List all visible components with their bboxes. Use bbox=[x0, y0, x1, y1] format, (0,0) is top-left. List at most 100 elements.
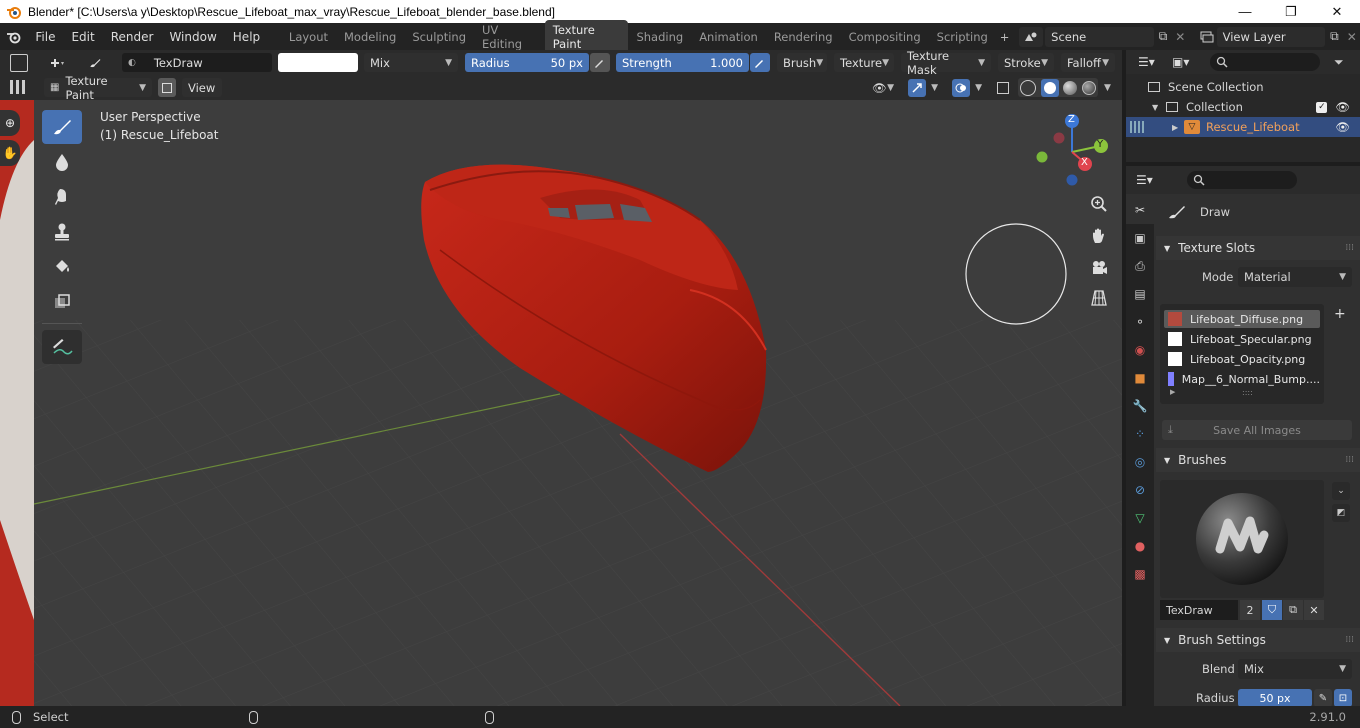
workspace-tab-rendering[interactable]: Rendering bbox=[766, 27, 841, 47]
menu-render[interactable]: Render bbox=[103, 30, 162, 44]
outliner-row-collection[interactable]: ▼ Collection ✓ 👁 bbox=[1126, 97, 1360, 117]
radius-unit-icon[interactable]: ⊡ bbox=[1334, 689, 1352, 707]
falloff-menu[interactable]: Falloff ▼ bbox=[1061, 53, 1115, 72]
outliner-row-scene-collection[interactable]: Scene Collection bbox=[1126, 77, 1360, 97]
minimize-button[interactable]: — bbox=[1222, 0, 1268, 23]
workspace-tab-animation[interactable]: Animation bbox=[691, 27, 766, 47]
outliner-editor-type-icon[interactable]: ☰▾ bbox=[1138, 55, 1166, 69]
menu-help[interactable]: Help bbox=[225, 30, 268, 44]
texture-slot-item[interactable]: Lifeboat_Opacity.png bbox=[1164, 350, 1320, 368]
zoom-small-icon[interactable]: ⊕ bbox=[0, 110, 20, 136]
mode-dropdown[interactable]: Material ▼ bbox=[1238, 267, 1352, 287]
blend-mode-dropdown[interactable]: Mix ▼ bbox=[364, 53, 458, 72]
menu-file[interactable]: File bbox=[27, 30, 63, 44]
new-scene-icon[interactable]: ⧉ bbox=[1154, 29, 1172, 44]
add-texture-slot-button[interactable]: + bbox=[1334, 306, 1346, 322]
texture-slots-panel-header[interactable]: ▼ Texture Slots ⁞⁞⁞ bbox=[1156, 236, 1360, 260]
scene-selector-icon[interactable] bbox=[1019, 26, 1044, 47]
duplicate-brush-icon[interactable]: ⧉ bbox=[1283, 600, 1303, 620]
view-layer-field[interactable]: View Layer bbox=[1216, 26, 1326, 47]
tab-modifiers[interactable]: 🔧 bbox=[1126, 392, 1154, 420]
tab-data[interactable]: ▽ bbox=[1126, 504, 1154, 532]
add-workspace-button[interactable]: + bbox=[996, 30, 1014, 44]
expand-arrow-icon[interactable]: ▶ bbox=[1172, 123, 1184, 132]
collection-checkbox[interactable]: ✓ bbox=[1316, 101, 1328, 113]
workspace-tab-compositing[interactable]: Compositing bbox=[841, 27, 929, 47]
perspective-toggle-button[interactable] bbox=[1085, 284, 1113, 312]
overlays-toggle-icon[interactable]: ▼ bbox=[946, 78, 988, 97]
properties-search-field[interactable] bbox=[1186, 171, 1297, 189]
remove-scene-icon[interactable]: ✕ bbox=[1172, 30, 1188, 44]
list-expand-arrow-icon[interactable]: ▶ bbox=[1170, 388, 1175, 396]
list-resize-handle[interactable]: :::: bbox=[1242, 388, 1253, 397]
tab-material[interactable]: ● bbox=[1126, 532, 1154, 560]
texture-mask-menu[interactable]: Texture Mask ▼ bbox=[901, 49, 991, 77]
clone-tool-button[interactable] bbox=[42, 215, 82, 249]
new-view-layer-icon[interactable]: ⧉ bbox=[1325, 29, 1343, 44]
workspace-tab-layout[interactable]: Layout bbox=[281, 27, 336, 47]
close-window-button[interactable]: ✕ bbox=[1314, 0, 1360, 23]
draw-tool-button[interactable] bbox=[42, 110, 82, 144]
3d-viewport[interactable]: Z Y X User Perspective (1) Rescue_Lifebo… bbox=[0, 100, 1122, 706]
menu-edit[interactable]: Edit bbox=[63, 30, 102, 44]
drag-handle-icon[interactable]: ⁞⁞⁞ bbox=[1345, 635, 1354, 645]
workspace-tab-texture-paint[interactable]: Texture Paint bbox=[544, 19, 629, 54]
brush-preview[interactable] bbox=[1160, 480, 1324, 598]
rendered-shading-icon[interactable] bbox=[1081, 80, 1096, 95]
tab-texture[interactable]: ▩ bbox=[1126, 560, 1154, 588]
mask-toggle-icon[interactable] bbox=[158, 78, 176, 97]
tab-scene[interactable]: ⚬ bbox=[1126, 308, 1154, 336]
gizmo-toggle-icon[interactable]: ▼ bbox=[902, 78, 944, 97]
solid-shading-icon[interactable] bbox=[1040, 78, 1059, 97]
texture-slot-item[interactable]: Map__6_Normal_Bump.... bbox=[1164, 370, 1320, 388]
texture-slot-item[interactable]: Lifeboat_Diffuse.png bbox=[1164, 310, 1320, 328]
brush-dropdown-button[interactable]: ⌄ bbox=[1332, 482, 1350, 500]
workspace-tab-modeling[interactable]: Modeling bbox=[336, 27, 404, 47]
collection-visibility-icon[interactable]: 👁 bbox=[1335, 100, 1350, 114]
outliner-row-rescue-lifeboat[interactable]: ▶ ▽ Rescue_Lifeboat 👁 bbox=[1126, 117, 1360, 137]
menu-window[interactable]: Window bbox=[161, 30, 224, 44]
save-all-images-button[interactable]: ⤓ Save All Images bbox=[1162, 420, 1352, 440]
workspace-tab-scripting[interactable]: Scripting bbox=[929, 27, 996, 47]
properties-editor-type-icon[interactable]: ☰▾ bbox=[1136, 173, 1153, 187]
tab-tool[interactable]: ✂ bbox=[1126, 196, 1154, 224]
radius-pressure-icon[interactable]: ✎ bbox=[1314, 689, 1332, 707]
blender-menu-icon[interactable] bbox=[0, 30, 27, 44]
smear-tool-button[interactable] bbox=[42, 180, 82, 214]
strength-pressure-icon[interactable] bbox=[750, 53, 770, 72]
zoom-button[interactable] bbox=[1085, 190, 1113, 218]
visibility-icon[interactable]: 👁 ▼ bbox=[866, 78, 900, 97]
expand-arrow-icon[interactable]: ▼ bbox=[1152, 103, 1164, 112]
tab-view-layer[interactable]: ▤ bbox=[1126, 280, 1154, 308]
camera-view-button[interactable] bbox=[1085, 254, 1113, 282]
workspace-tab-uv-editing[interactable]: UV Editing bbox=[474, 20, 545, 54]
blend-dropdown[interactable]: Mix ▼ bbox=[1238, 659, 1352, 679]
tab-object[interactable]: ■ bbox=[1126, 364, 1154, 392]
brush-users-count[interactable]: 2 bbox=[1240, 600, 1260, 620]
texture-menu[interactable]: Texture ▼ bbox=[834, 53, 894, 72]
mask-tool-button[interactable] bbox=[42, 285, 82, 319]
brushes-panel-header[interactable]: ▼ Brushes ⁞⁞⁞ bbox=[1156, 448, 1360, 472]
drag-handle-icon[interactable]: ⁞⁞⁞ bbox=[1345, 243, 1354, 253]
view-menu[interactable]: View bbox=[182, 78, 222, 97]
radius-slider[interactable]: 50 px bbox=[1238, 689, 1312, 707]
unlink-brush-icon[interactable]: ✕ bbox=[1304, 600, 1324, 620]
mode-dropdown[interactable]: ▦ Texture Paint ▼ bbox=[44, 74, 152, 102]
annotate-tool-button[interactable] bbox=[42, 330, 82, 364]
outliner-search-field[interactable] bbox=[1210, 53, 1320, 71]
workspace-tab-sculpting[interactable]: Sculpting bbox=[404, 27, 474, 47]
image-editor-type-icon[interactable] bbox=[10, 54, 28, 72]
view-layer-icon[interactable] bbox=[1197, 27, 1217, 47]
display-mode-icon[interactable]: ▣▾ bbox=[1172, 55, 1200, 69]
brush-color-swatch[interactable] bbox=[278, 53, 358, 72]
radius-pressure-icon[interactable] bbox=[590, 53, 610, 72]
object-visibility-icon[interactable]: 👁 bbox=[1335, 120, 1350, 134]
soften-tool-button[interactable] bbox=[42, 145, 82, 179]
remove-view-layer-icon[interactable]: ✕ bbox=[1344, 30, 1360, 44]
stroke-menu[interactable]: Stroke ▼ bbox=[998, 53, 1054, 72]
tab-world[interactable]: ◉ bbox=[1126, 336, 1154, 364]
material-shading-icon[interactable] bbox=[1063, 80, 1078, 95]
tab-render[interactable]: ▣ bbox=[1126, 224, 1154, 252]
drag-handle-icon[interactable]: ⁞⁞⁞ bbox=[1345, 455, 1354, 465]
editor-type-icon[interactable] bbox=[44, 53, 72, 72]
